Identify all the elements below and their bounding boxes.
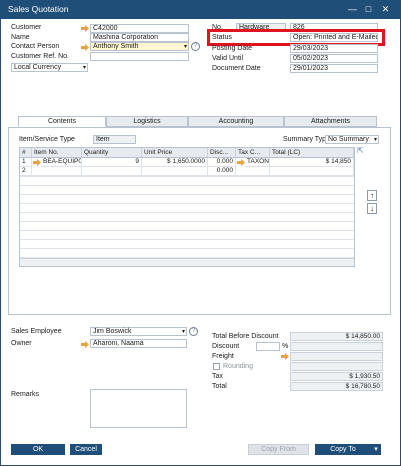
empty-rows	[20, 176, 354, 258]
row-number[interactable]: 1	[20, 158, 32, 167]
discount-cell[interactable]: 0.000	[208, 167, 236, 176]
remarks-label: Remarks	[11, 391, 40, 398]
service-type-field[interactable]: Item	[93, 135, 136, 144]
summary-type-select[interactable]: No Summary ▾	[325, 135, 379, 144]
item-number-cell[interactable]	[32, 167, 82, 176]
service-type-label: Item/Service Type	[19, 136, 75, 143]
quantity-cell[interactable]	[82, 167, 142, 176]
total-before-discount-field: $ 14,850.00	[290, 332, 383, 341]
rounding-checkbox[interactable]	[213, 363, 220, 370]
unit-price-cell[interactable]	[142, 167, 208, 176]
title-bar: Sales Quotation — □ ✕	[0, 0, 401, 19]
customer-code-field[interactable]: C42000	[90, 24, 189, 33]
cancel-button[interactable]: Cancel	[70, 444, 102, 455]
total-field: $ 16,780.50	[290, 382, 383, 391]
items-table: # Item No. Quantity Unit Price Disc... T…	[19, 147, 355, 267]
column-header[interactable]: Total (LC)	[270, 148, 354, 158]
column-header[interactable]: Disc...	[208, 148, 236, 158]
customer-ref-label: Customer Ref. No.	[11, 53, 69, 60]
total-before-discount-label: Total Before Discount	[212, 333, 279, 340]
sales-employee-label: Sales Employee	[11, 328, 62, 335]
ok-button[interactable]: OK	[11, 444, 65, 455]
tax-code-cell[interactable]	[236, 167, 270, 176]
chevron-down-icon: ▾	[181, 329, 185, 335]
quantity-cell[interactable]: 9	[82, 158, 142, 167]
link-arrow-icon[interactable]	[81, 25, 89, 32]
customer-label: Customer	[11, 24, 42, 31]
freight-label: Freight	[212, 353, 234, 360]
rounding-field	[290, 362, 383, 371]
column-header[interactable]: Item No.	[32, 148, 82, 158]
name-label: Name	[11, 34, 30, 41]
currency-select[interactable]: Local Currency ▾	[11, 63, 88, 72]
tab-attachments[interactable]: Attachments	[284, 116, 377, 127]
rounding-label: Rounding	[223, 363, 253, 370]
window-title: Sales Quotation	[8, 4, 69, 14]
maximize-icon[interactable]: □	[362, 3, 375, 16]
row-number[interactable]: 2	[20, 167, 32, 176]
total-label: Total	[212, 383, 227, 390]
minimize-icon[interactable]: —	[346, 3, 359, 16]
horizontal-scrollbar[interactable]	[20, 258, 354, 266]
discount-cell[interactable]: 0.000	[208, 158, 236, 167]
copy-from-button[interactable]: Copy From	[248, 444, 309, 455]
contact-person-select[interactable]: Anthony Smith ▾	[90, 42, 189, 51]
percent-sign: %	[282, 343, 289, 350]
summary-type-label: Summary Type	[283, 136, 330, 143]
tax-label: Tax	[212, 373, 223, 380]
column-header[interactable]: Quantity	[82, 148, 142, 158]
chevron-down-icon: ▾	[373, 137, 377, 143]
item-number-cell[interactable]: BEA-EQUIP002	[41, 158, 82, 167]
customer-ref-field[interactable]	[90, 52, 189, 61]
link-arrow-icon[interactable]	[81, 44, 89, 51]
total-cell[interactable]	[270, 167, 354, 176]
remarks-textarea[interactable]	[90, 389, 187, 428]
document-date-field[interactable]: 29/01/2023	[290, 64, 378, 73]
contact-person-label: Contact Person	[11, 43, 60, 50]
copy-to-button[interactable]: Copy To	[315, 444, 371, 455]
link-arrow-icon[interactable]	[237, 159, 245, 166]
discount-amount-field[interactable]	[290, 342, 383, 351]
owner-field[interactable]: Aharoni, Naama	[90, 339, 187, 348]
chevron-down-icon: ▾	[183, 44, 187, 50]
customer-name-field[interactable]: Mashina Corporation	[90, 33, 189, 42]
unit-price-cell[interactable]: $ 1,650.0000	[142, 158, 208, 167]
column-header[interactable]: #	[20, 148, 32, 158]
link-arrow-icon[interactable]	[33, 159, 41, 166]
total-cell[interactable]: $ 14,850	[270, 158, 354, 167]
sales-employee-select[interactable]: Jim Boswick ▾	[90, 327, 187, 336]
help-icon[interactable]: ?	[191, 42, 200, 51]
move-row-down-button[interactable]: ↓	[367, 203, 377, 214]
tab-accounting[interactable]: Accounting	[188, 116, 284, 127]
tax-field: $ 1,930.50	[290, 372, 383, 381]
valid-until-label: Valid Until	[212, 55, 243, 62]
posting-date-field[interactable]: 29/03/2023	[290, 44, 378, 53]
posting-date-label: Posting Date	[212, 45, 253, 52]
valid-until-field[interactable]: 05/02/2023	[290, 54, 378, 63]
help-icon[interactable]: ?	[189, 327, 198, 336]
expand-icon[interactable]: ⇱	[357, 146, 364, 155]
chevron-down-icon: ▾	[82, 65, 86, 71]
move-row-up-button[interactable]: ↑	[367, 190, 377, 201]
tab-contents[interactable]: Contents	[18, 116, 106, 127]
chevron-down-icon: ▾	[374, 446, 378, 453]
link-arrow-icon[interactable]	[281, 353, 289, 360]
tab-logistics[interactable]: Logistics	[106, 116, 188, 127]
copy-to-dropdown[interactable]: ▾	[371, 444, 381, 455]
owner-label: Owner	[11, 340, 32, 347]
link-arrow-icon[interactable]	[81, 341, 89, 348]
column-header[interactable]: Unit Price	[142, 148, 208, 158]
discount-label: Discount	[212, 343, 240, 350]
tax-code-cell[interactable]: TAXON	[245, 158, 270, 167]
discount-percent-field[interactable]	[256, 342, 280, 351]
column-header[interactable]: Tax C...	[236, 148, 270, 158]
document-date-label: Document Date	[212, 65, 261, 72]
close-icon[interactable]: ✕	[379, 3, 392, 16]
freight-field[interactable]	[290, 352, 383, 361]
